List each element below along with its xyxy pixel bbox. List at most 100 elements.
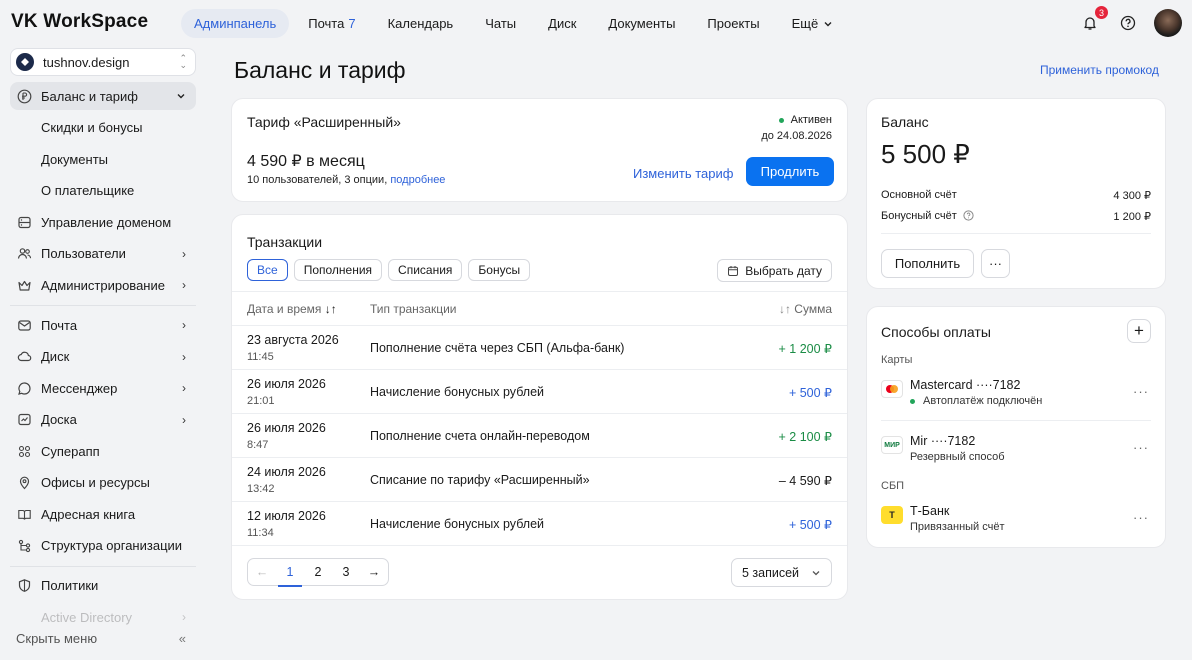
mir-icon: МИР (881, 436, 903, 454)
sidebar-item-discounts[interactable]: Скидки и бонусы (10, 114, 196, 142)
sidebar-item-mail[interactable]: Почта › (10, 311, 196, 339)
column-type: Тип транзакции (370, 302, 457, 316)
org-name: tushnov.design (43, 54, 130, 70)
active-dot-icon (910, 398, 915, 404)
tx-amount: – 4 590 ₽ (778, 474, 832, 488)
nav-projects[interactable]: Проекты (694, 9, 772, 38)
next-page-button[interactable]: → (360, 558, 388, 586)
pagination: ← 1 2 3 → (247, 558, 389, 587)
page-2-button[interactable]: 2 (304, 558, 332, 586)
payment-method-mir[interactable]: МИР Mir ····7182 Резервный способ ··· (881, 434, 1151, 474)
notification-badge: 3 (1094, 5, 1109, 20)
hide-menu-label: Скрыть меню (16, 631, 98, 646)
plus-icon: + (1134, 321, 1144, 340)
per-page-select[interactable]: 5 записей (731, 558, 832, 587)
page-1-button[interactable]: 1 (276, 558, 304, 587)
sidebar-item-offices[interactable]: Офисы и ресурсы (10, 469, 196, 497)
table-row[interactable]: 24 июля 2026 13:42 Списание по тарифу «Р… (232, 457, 847, 501)
org-switcher[interactable]: tushnov.design ⌃ ⌄ (10, 48, 196, 76)
table-row[interactable]: 26 июля 2026 8:47 Пополнение счета онлай… (232, 413, 847, 457)
sidebar-item-address-book[interactable]: Адресная книга (10, 500, 196, 528)
sidebar-item-org-structure[interactable]: Структура организации (10, 532, 196, 560)
notifications-button[interactable]: 3 (1078, 5, 1109, 35)
sidebar-item-policies[interactable]: Политики (10, 572, 196, 600)
nav-disk[interactable]: Диск (535, 9, 589, 38)
nav-chats[interactable]: Чаты (472, 9, 529, 38)
chevron-right-icon: › (182, 412, 186, 427)
more-horizontal-icon: ··· (989, 256, 1002, 271)
tx-amount: + 500 ₽ (788, 518, 832, 532)
nav-more[interactable]: Ещё (779, 9, 847, 38)
tx-date: 26 июля 2026 (247, 421, 326, 435)
sidebar-divider (10, 565, 196, 567)
nav-admin-panel[interactable]: Админпанель (181, 9, 290, 38)
main-account-line: Основной счёт 4 300 ₽ (881, 189, 1151, 202)
hide-menu-button[interactable]: Скрыть меню « (16, 631, 186, 646)
sbp-section-label: СБП (881, 480, 905, 492)
method-more-button[interactable]: ··· (1133, 440, 1149, 455)
tariff-until: до 24.08.2026 (761, 130, 832, 142)
info-icon[interactable] (963, 210, 974, 223)
sidebar-item-documents[interactable]: Документы (10, 145, 196, 173)
nav-documents[interactable]: Документы (595, 9, 688, 38)
per-page-value: 5 записей (742, 565, 800, 580)
sidebar-item-board[interactable]: Доска › (10, 406, 196, 434)
table-row[interactable]: 23 августа 2026 11:45 Пополнение счёта ч… (232, 325, 847, 369)
method-status: Автоплатёж подключён (910, 395, 1042, 407)
sidebar-item-administration[interactable]: Администрирование › (10, 271, 196, 299)
filter-all[interactable]: Все (247, 259, 288, 281)
nav-label: Диск (548, 16, 577, 31)
table-row[interactable]: 26 июля 2026 21:01 Начисление бонусных р… (232, 369, 847, 413)
tx-time: 13:42 (247, 483, 275, 495)
column-amount[interactable]: ↓↑ Сумма (779, 302, 832, 316)
nav-label: Документы (608, 16, 676, 31)
filter-topups[interactable]: Пополнения (293, 259, 383, 281)
mail-icon (16, 317, 33, 334)
filter-bonuses[interactable]: Бонусы (468, 259, 531, 281)
main-nav: Админпанель Почта 7 Календарь Чаты Диск Д… (181, 9, 846, 38)
choose-date-button[interactable]: Выбрать дату (717, 259, 832, 282)
app-logo[interactable]: VK WorkSpace (11, 11, 148, 33)
page-3-button[interactable]: 3 (332, 558, 360, 586)
sidebar-item-active-directory[interactable]: Active Directory › (10, 603, 196, 631)
sidebar-item-balance[interactable]: Баланс и тариф (10, 82, 196, 110)
tariff-description: 10 пользователей, 3 опции, подробнее (247, 174, 445, 186)
method-sub: Привязанный счёт (910, 521, 1005, 533)
topup-button[interactable]: Пополнить (881, 249, 974, 278)
help-button[interactable] (1116, 11, 1140, 35)
chevron-right-icon: › (182, 278, 186, 292)
location-pin-icon (16, 474, 33, 491)
sidebar-item-superapp[interactable]: Суперапп (10, 437, 196, 465)
sidebar-item-label: Структура организации (41, 538, 183, 553)
filter-charges[interactable]: Списания (388, 259, 463, 281)
table-row[interactable]: 12 июля 2026 11:34 Начисление бонусных р… (232, 501, 847, 545)
method-more-button[interactable]: ··· (1133, 384, 1149, 399)
payment-title: Способы оплаты (881, 324, 991, 340)
updown-chevron-icon: ⌃ ⌄ (179, 53, 187, 70)
sidebar-item-payer[interactable]: О плательщике (10, 177, 196, 205)
sidebar-item-disk[interactable]: Диск › (10, 343, 196, 371)
apply-promo-link[interactable]: Применить промокод (1040, 63, 1159, 77)
sidebar-item-label: Управление доменом (41, 214, 172, 230)
transactions-card: Транзакции Все Пополнения Списания Бонус… (231, 214, 848, 600)
method-more-button[interactable]: ··· (1133, 510, 1149, 525)
extend-button[interactable]: Продлить (746, 157, 834, 186)
tariff-more-link[interactable]: подробнее (390, 174, 445, 186)
add-payment-method-button[interactable]: + (1127, 319, 1151, 343)
change-tariff-button[interactable]: Изменить тариф (633, 166, 733, 181)
prev-page-button[interactable]: ← (248, 558, 276, 586)
nav-mail[interactable]: Почта 7 (295, 9, 368, 38)
sidebar-item-domain[interactable]: Управление доменом (10, 208, 196, 236)
sidebar-item-label: Доска (41, 412, 77, 427)
column-amount-label: Сумма (794, 302, 832, 316)
sidebar-item-messenger[interactable]: Мессенджер › (10, 374, 196, 402)
more-options-button[interactable]: ··· (981, 249, 1010, 278)
nav-calendar[interactable]: Календарь (375, 9, 467, 38)
column-date[interactable]: Дата и время ↓↑ (247, 302, 337, 316)
chevron-down-icon (812, 570, 820, 575)
payment-method-mastercard[interactable]: Mastercard ····7182 Автоплатёж подключён… (881, 378, 1151, 418)
tx-date: 23 августа 2026 (247, 333, 339, 347)
user-avatar[interactable] (1154, 9, 1182, 37)
payment-method-tbank[interactable]: T Т-Банк Привязанный счёт ··· (881, 504, 1151, 544)
sidebar-item-users[interactable]: Пользователи › (10, 240, 196, 268)
